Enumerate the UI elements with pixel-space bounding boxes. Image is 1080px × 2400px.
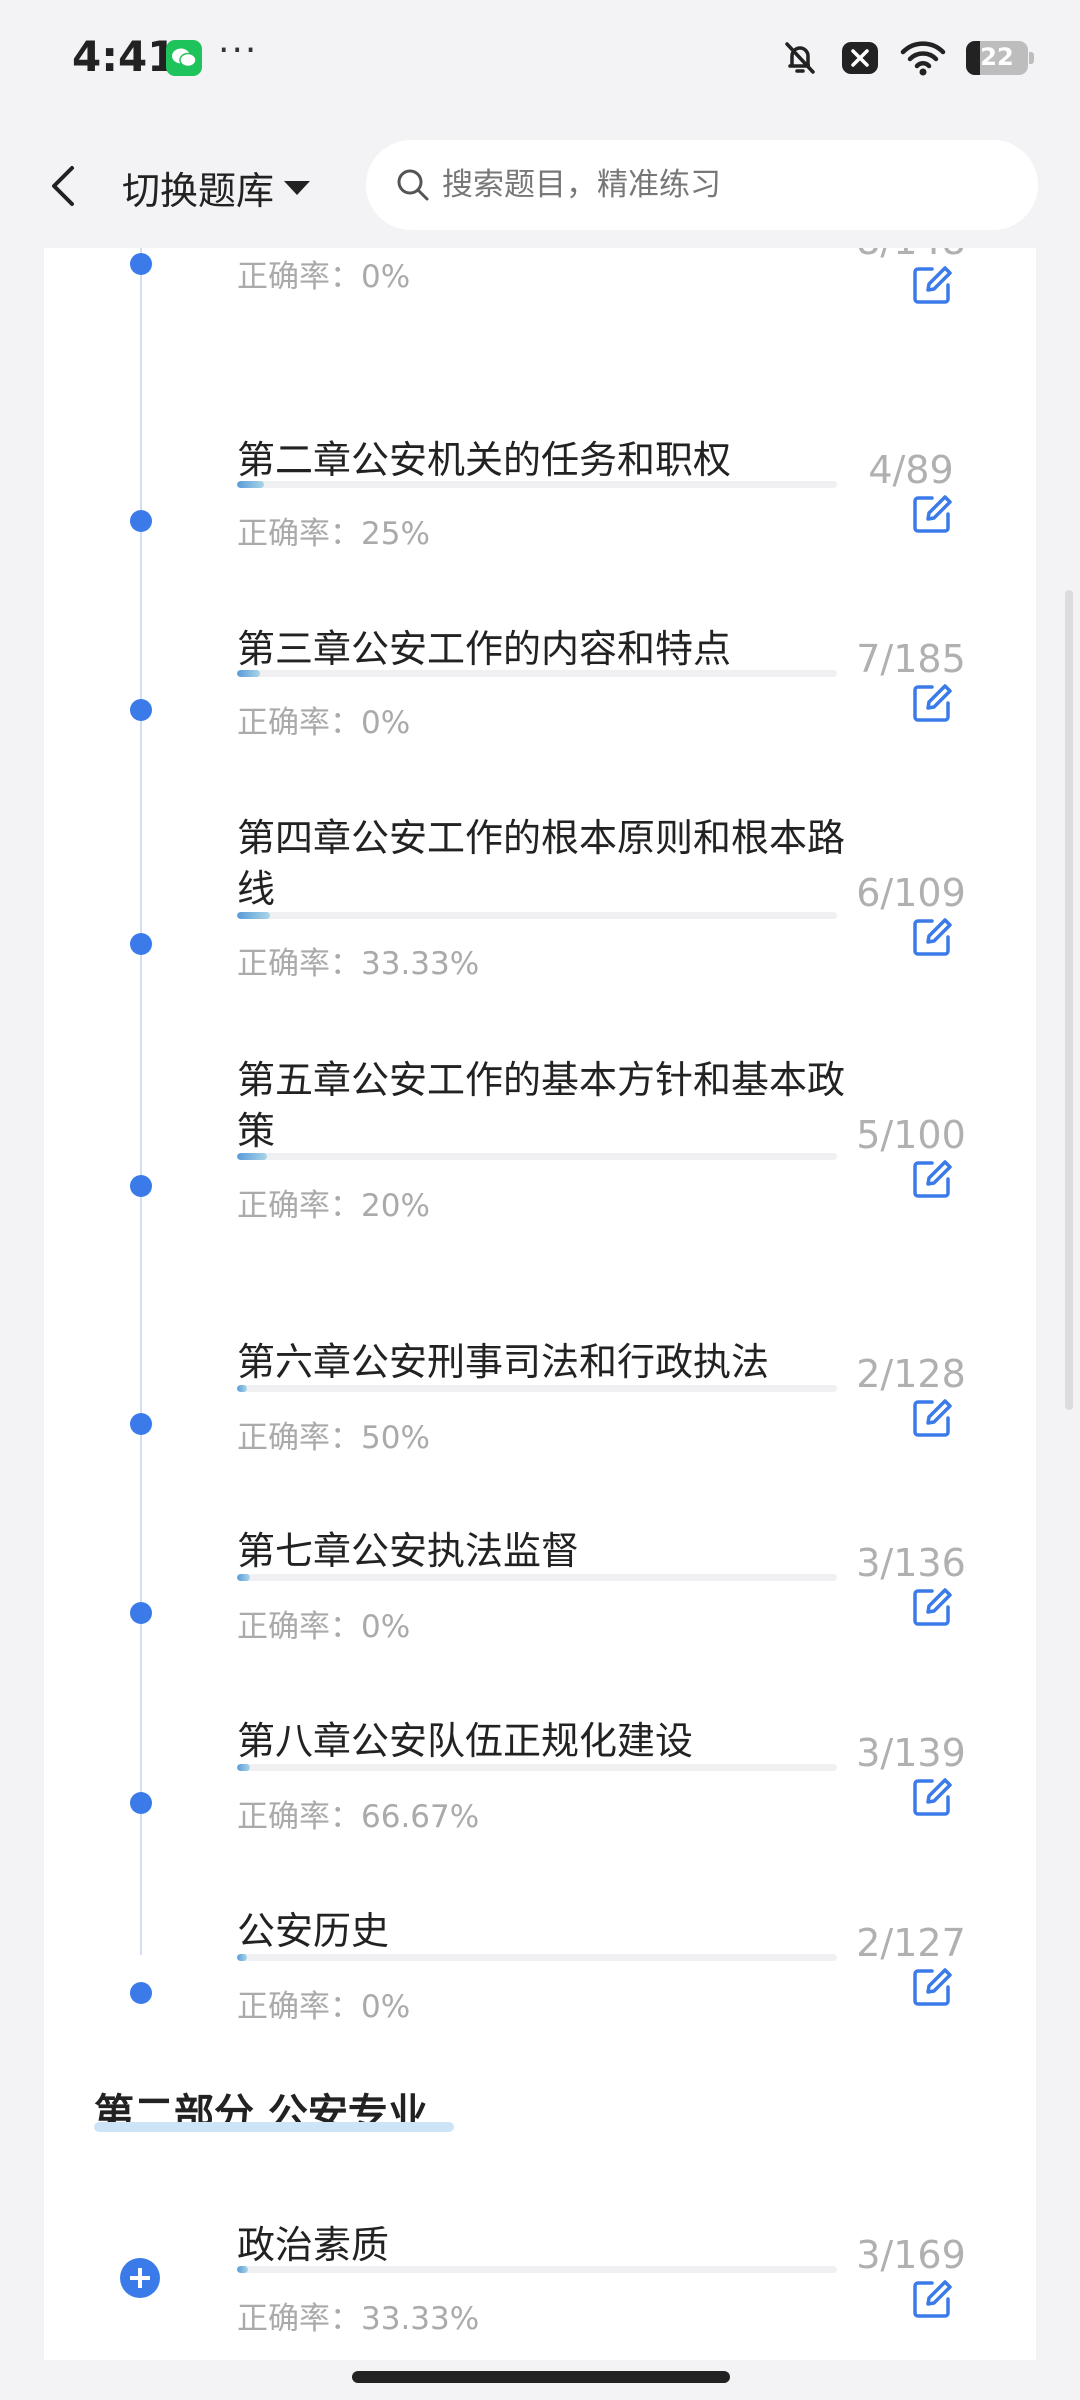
- progress-bar: [237, 912, 837, 919]
- wifi-icon: [900, 41, 946, 76]
- section-underline: [94, 2122, 454, 2132]
- chapter-row[interactable]: 第二章公安机关的任务和职权正确率：25% 4/89: [44, 435, 1036, 615]
- switch-question-bank[interactable]: 切换题库: [122, 160, 311, 215]
- question-count: 2/128: [856, 1352, 966, 1396]
- edit-practice-icon[interactable]: [910, 681, 954, 725]
- progress-bar: [237, 1764, 837, 1771]
- search-icon: [397, 169, 429, 201]
- question-count: 5/100: [856, 1113, 966, 1157]
- status-time: 4:41: [72, 32, 177, 81]
- search-bar[interactable]: [366, 140, 1038, 230]
- battery-level: 22: [980, 43, 1014, 71]
- edit-practice-icon[interactable]: [910, 1775, 954, 1819]
- edit-practice-icon[interactable]: [910, 1396, 954, 1440]
- question-count: 7/185: [856, 637, 966, 681]
- chapter-row[interactable]: 第八章公安队伍正规化建设正确率：66.67% 3/139: [44, 1716, 1036, 1896]
- expand-plus-icon[interactable]: [120, 2258, 160, 2298]
- timeline-dot: [130, 1792, 152, 1814]
- chapter-row[interactable]: 公安历史正确率：0% 2/127: [44, 1906, 1036, 2086]
- timeline-dot: [130, 699, 152, 721]
- switch-label: 切换题库: [122, 169, 275, 213]
- back-icon[interactable]: [44, 162, 84, 210]
- timeline-dot: [130, 1413, 152, 1435]
- chapter-title: 政治素质: [237, 2223, 390, 2267]
- battery-icon: 22: [966, 41, 1034, 75]
- timeline-dot: [130, 253, 152, 275]
- progress-bar: [237, 670, 837, 677]
- chapter-title: 第二章公安机关的任务和职权: [237, 438, 732, 482]
- question-count: 3/139: [856, 1731, 966, 1775]
- close-box-icon: [842, 42, 878, 74]
- accuracy-label: 正确率：33.33%: [237, 2301, 480, 2337]
- progress-bar: [237, 1153, 837, 1160]
- accuracy-label: 正确率：0%: [237, 1609, 411, 1645]
- edit-practice-icon[interactable]: [910, 1965, 954, 2009]
- progress-bar: [237, 1574, 837, 1581]
- edit-practice-icon[interactable]: [910, 1585, 954, 1629]
- timeline-dot: [130, 933, 152, 955]
- edit-practice-icon[interactable]: [910, 2277, 954, 2321]
- timeline-dot: [130, 510, 152, 532]
- accuracy-label: 正确率：25%: [237, 516, 430, 552]
- question-count: 2/127: [856, 1921, 966, 1965]
- progress-bar: [237, 1954, 837, 1961]
- accuracy-label: 正确率：0%: [237, 1989, 411, 2025]
- edit-practice-icon[interactable]: [910, 1157, 954, 1201]
- accuracy-label: 正确率：50%: [237, 1420, 430, 1456]
- chapter-title: 第四章公安工作的根本原则和根本路线: [237, 816, 846, 911]
- chapter-row[interactable]: 第三章公安工作的内容和特点正确率：0% 7/185: [44, 624, 1036, 804]
- top-bar: 切换题库: [0, 122, 1080, 248]
- edit-practice-icon[interactable]: [910, 492, 954, 536]
- chapter-row[interactable]: 第七章公安执法监督正确率：0% 3/136: [44, 1526, 1036, 1706]
- timeline-dot: [130, 1602, 152, 1624]
- search-input[interactable]: [440, 166, 1004, 204]
- accuracy-label: 正确率：0%: [237, 705, 411, 741]
- wechat-icon: [166, 40, 202, 76]
- question-count: 6/109: [856, 871, 966, 915]
- progress-bar: [237, 481, 837, 488]
- question-count: 4/89: [868, 448, 954, 492]
- progress-bar: [237, 2266, 837, 2273]
- progress-bar: [237, 1385, 837, 1392]
- home-indicator[interactable]: [352, 2371, 730, 2383]
- timeline-dot: [130, 1175, 152, 1197]
- chapter-title: 第六章公安刑事司法和行政执法: [237, 1340, 770, 1384]
- edit-practice-icon[interactable]: [910, 263, 954, 307]
- question-count: 3/136: [856, 1541, 966, 1585]
- timeline-dot: [130, 1982, 152, 2004]
- accuracy-label: 正确率：20%: [237, 1188, 430, 1224]
- chapter-row[interactable]: 第六章公安刑事司法和行政执法正确率：50% 2/128: [44, 1337, 1036, 1517]
- chapter-row[interactable]: 政治素质正确率：33.33% 3/169: [44, 2220, 1036, 2360]
- chapter-title: 第八章公安队伍正规化建设: [237, 1719, 694, 1763]
- bell-off-icon: [785, 42, 815, 74]
- question-count: 3/169: [856, 2233, 966, 2277]
- accuracy-label: 正确率：0%: [237, 259, 411, 295]
- accuracy-label: 正确率：33.33%: [237, 946, 480, 982]
- chapter-title: 第七章公安执法监督: [237, 1529, 580, 1573]
- edit-practice-icon[interactable]: [910, 915, 954, 959]
- caret-down-icon: [284, 180, 311, 195]
- chapter-row[interactable]: 第五章公安工作的基本方针和基本政策正确率：20% 5/100: [44, 1055, 1036, 1235]
- chapter-list: 第一章公安机关的性质、职能及宗旨正确率：0%8/148第二章公安机关的任务和职权…: [44, 180, 1036, 2360]
- chapter-title: 第三章公安工作的内容和特点: [237, 627, 732, 671]
- status-bar: 4:41 ··· 22: [0, 0, 1080, 120]
- chapter-title: 第五章公安工作的基本方针和基本政策: [237, 1058, 846, 1153]
- chapter-row[interactable]: 第四章公安工作的根本原则和根本路线正确率：33.33% 6/109: [44, 813, 1036, 993]
- chapter-title: 公安历史: [237, 1909, 390, 1953]
- accuracy-label: 正确率：66.67%: [237, 1799, 480, 1835]
- scrollbar[interactable]: [1065, 590, 1073, 1410]
- more-notifications: ···: [218, 30, 259, 71]
